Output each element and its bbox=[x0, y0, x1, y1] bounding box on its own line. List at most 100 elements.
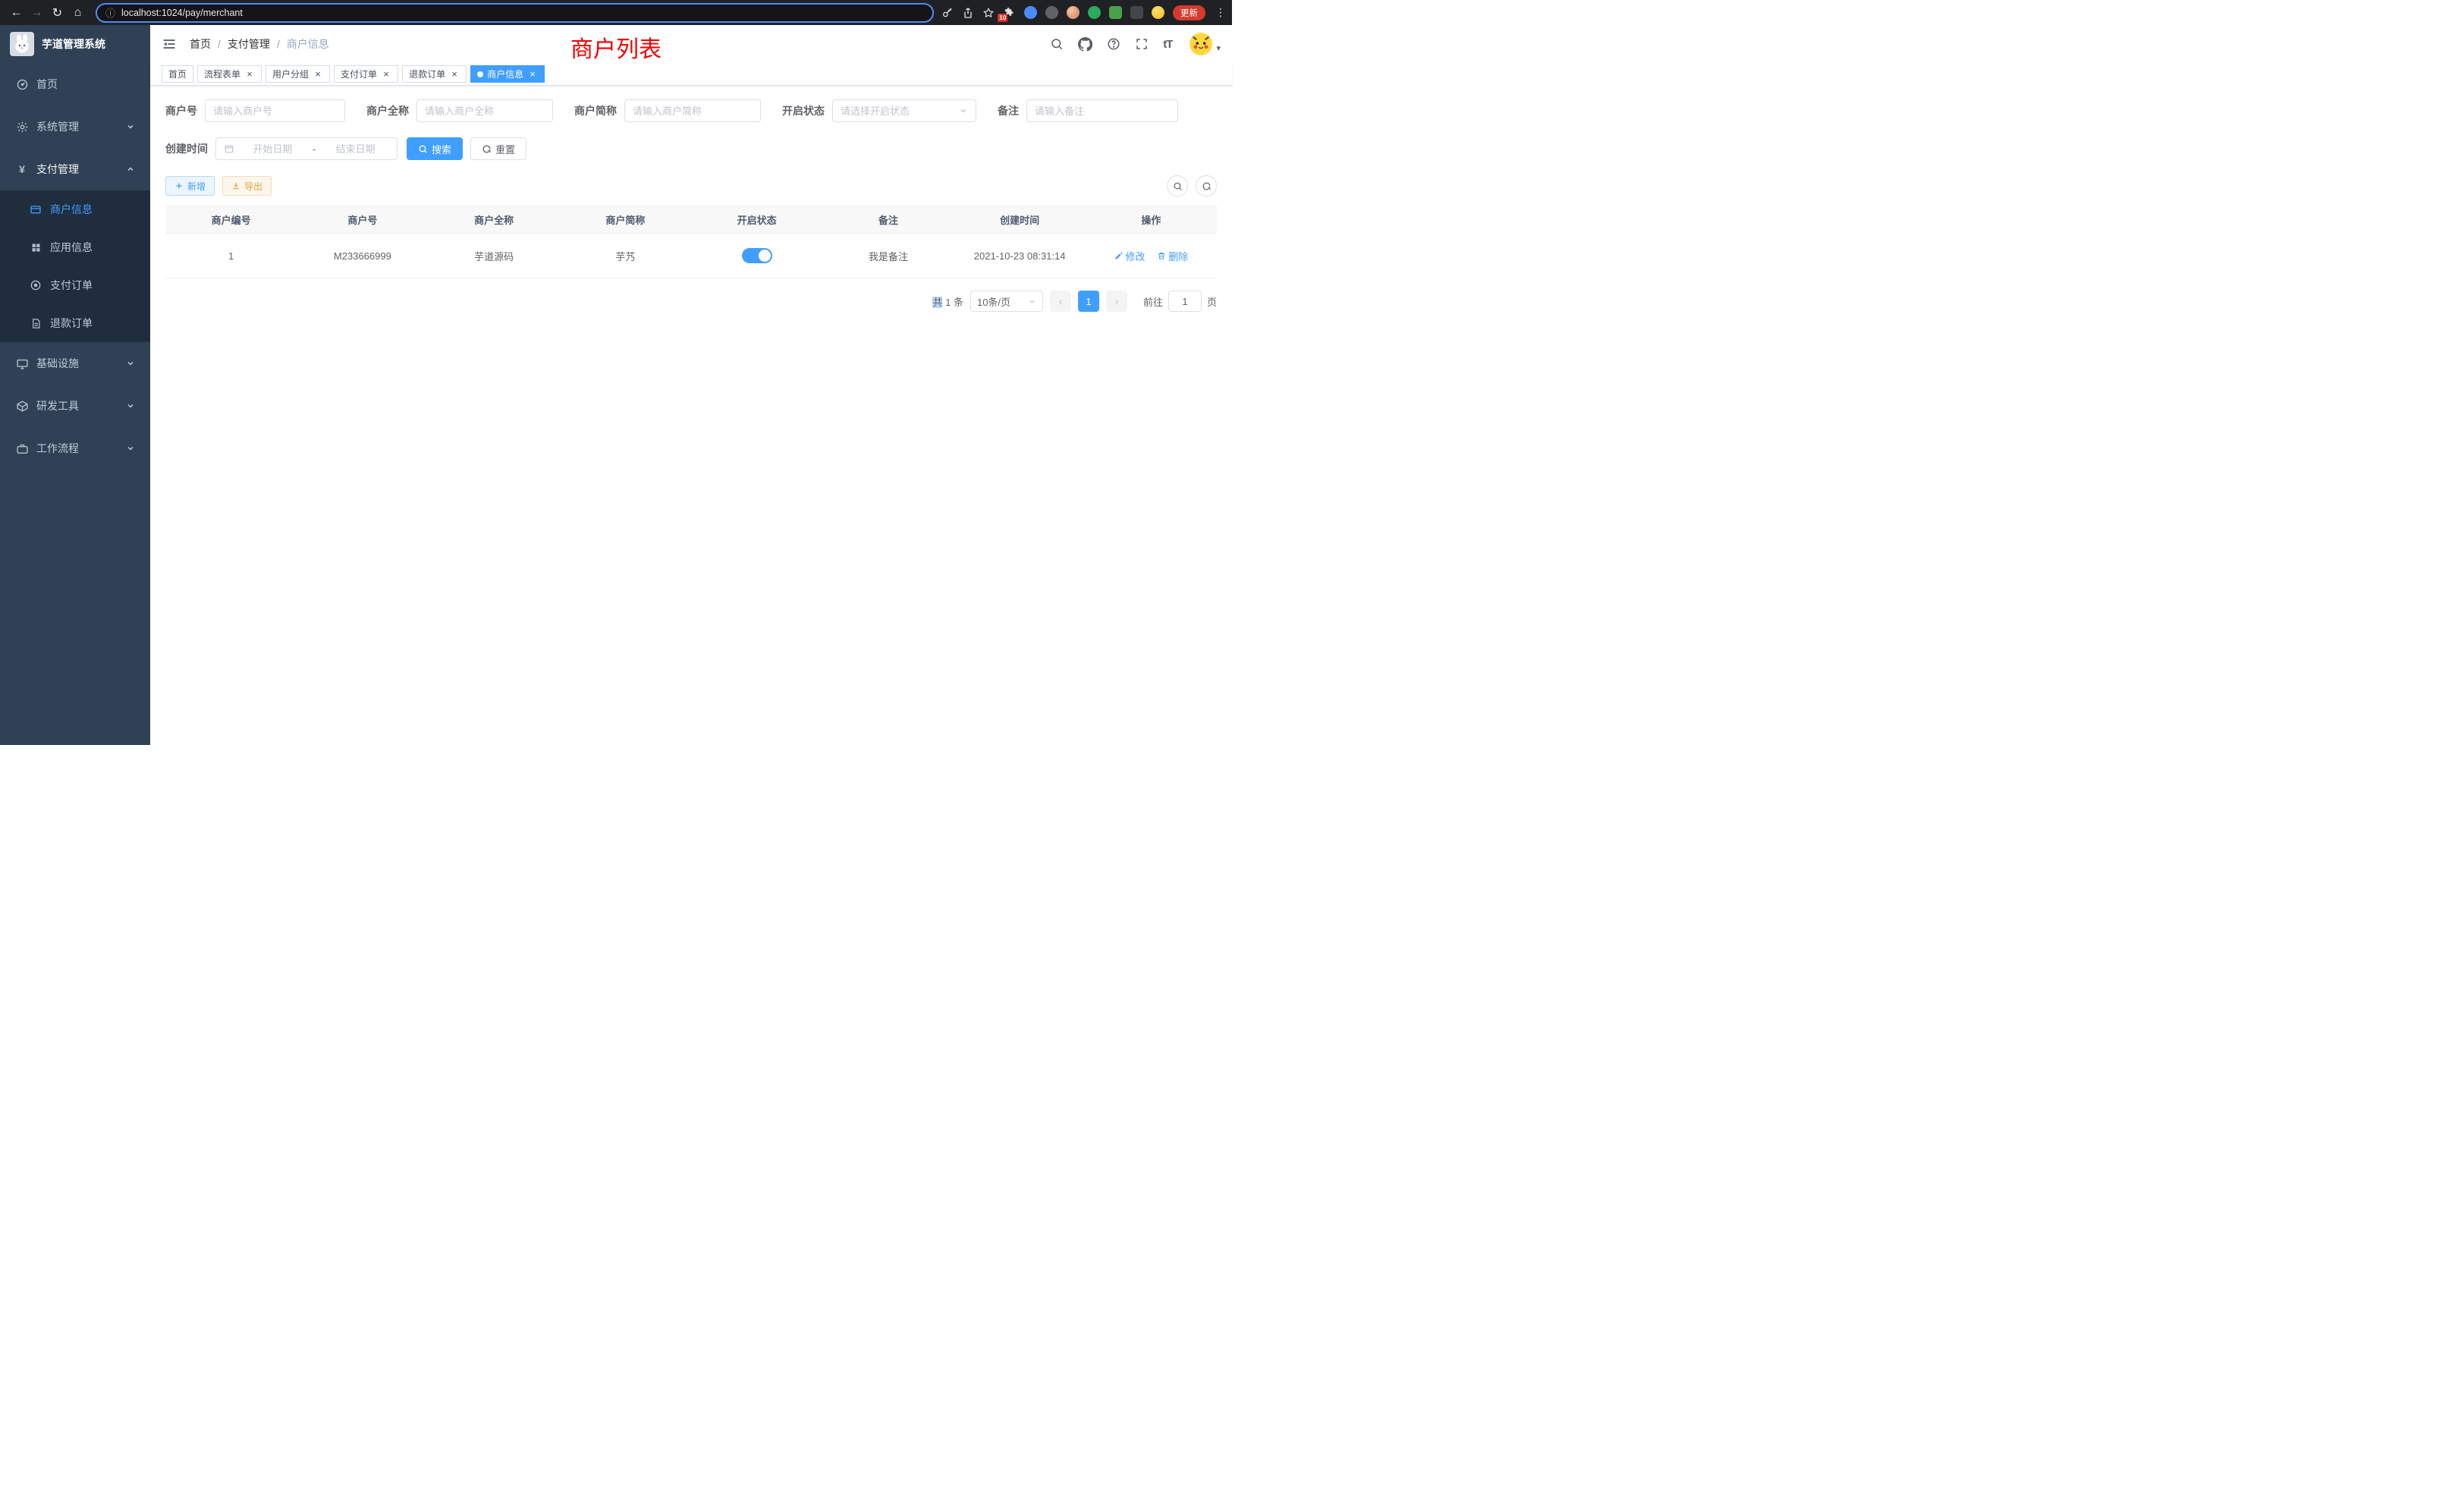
cell-merchant-short-name: 芋艿 bbox=[560, 234, 691, 278]
sidebar-item-workflow[interactable]: 工作流程 bbox=[0, 427, 150, 470]
breadcrumb-item-current: 商户信息 bbox=[287, 36, 329, 52]
extension-icon[interactable] bbox=[1088, 6, 1101, 19]
delete-link-label: 删除 bbox=[1168, 249, 1188, 263]
sidebar-item-home[interactable]: 首页 bbox=[0, 63, 150, 105]
sidebar-item-system[interactable]: 系统管理 bbox=[0, 105, 150, 148]
sidebar-item-infrastructure[interactable]: 基础设施 bbox=[0, 342, 150, 385]
extension-emoji-icon[interactable] bbox=[1152, 6, 1164, 19]
extension-icon[interactable] bbox=[1045, 6, 1058, 19]
merchant-short-name-field: 商户简称 bbox=[574, 99, 761, 122]
sidebar-item-payment-orders[interactable]: 支付订单 bbox=[0, 266, 150, 304]
delete-link[interactable]: 删除 bbox=[1157, 249, 1188, 263]
tab-refund-orders[interactable]: 退款订单 × bbox=[402, 65, 467, 83]
user-avatar[interactable]: ▾ bbox=[1190, 33, 1221, 55]
extension-avatar-icon[interactable] bbox=[1067, 6, 1080, 19]
github-icon[interactable] bbox=[1078, 37, 1092, 52]
close-icon[interactable]: × bbox=[244, 69, 255, 80]
share-icon[interactable] bbox=[962, 7, 974, 19]
edit-link[interactable]: 修改 bbox=[1114, 249, 1146, 263]
site-info-icon[interactable]: ⓘ bbox=[105, 5, 115, 20]
goto-page-input[interactable] bbox=[1168, 291, 1202, 312]
sidebar-toggle-icon[interactable] bbox=[162, 36, 177, 52]
browser-forward-icon[interactable]: → bbox=[27, 2, 47, 23]
search-button-label: 搜索 bbox=[432, 142, 451, 156]
chevron-down-icon bbox=[126, 401, 135, 410]
close-icon[interactable]: × bbox=[381, 69, 391, 80]
tab-payment-orders[interactable]: 支付订单 × bbox=[334, 65, 398, 83]
remark-input-inner[interactable] bbox=[1035, 105, 1170, 117]
date-range-picker[interactable]: - bbox=[215, 137, 398, 160]
navbar-actions: tT ▾ bbox=[1050, 33, 1221, 55]
end-date-input[interactable] bbox=[322, 143, 389, 155]
browser-update-button[interactable]: 更新 bbox=[1173, 5, 1205, 20]
help-icon[interactable] bbox=[1107, 37, 1120, 51]
extensions-puzzle-icon[interactable]: 10 bbox=[1003, 6, 1016, 19]
merchant-no-field: 商户号 bbox=[165, 99, 345, 122]
merchant-short-name-input-inner[interactable] bbox=[633, 105, 753, 117]
app-logo: 芋道管理系统 bbox=[0, 25, 150, 63]
fullscreen-icon[interactable] bbox=[1135, 37, 1149, 51]
start-date-input[interactable] bbox=[239, 143, 306, 155]
browser-reload-icon[interactable]: ↻ bbox=[47, 2, 68, 23]
extension-badge: 10 bbox=[998, 14, 1007, 22]
page-size-select[interactable]: 10条/页 bbox=[970, 291, 1043, 312]
cell-merchant-no: M233666999 bbox=[297, 234, 428, 278]
close-icon[interactable]: × bbox=[449, 69, 460, 80]
refresh-button[interactable] bbox=[1196, 175, 1217, 196]
merchant-no-input[interactable] bbox=[205, 99, 345, 122]
column-header: 开启状态 bbox=[691, 206, 822, 234]
column-header: 商户简称 bbox=[560, 206, 691, 234]
grid-icon bbox=[29, 240, 42, 254]
extension-icon[interactable] bbox=[1024, 6, 1037, 19]
create-time-field: 创建时间 - bbox=[165, 137, 398, 160]
browser-home-icon[interactable]: ⌂ bbox=[68, 2, 88, 23]
pagination-total-prefix: 共 bbox=[932, 297, 942, 308]
search-button[interactable]: 搜索 bbox=[407, 137, 463, 160]
breadcrumb-separator: / bbox=[218, 38, 221, 50]
search-icon[interactable] bbox=[1050, 37, 1064, 51]
remark-input[interactable] bbox=[1026, 99, 1178, 122]
active-dot bbox=[477, 71, 483, 77]
page-number-button[interactable]: 1 bbox=[1078, 291, 1099, 312]
close-icon[interactable]: × bbox=[313, 69, 323, 80]
close-icon[interactable]: × bbox=[527, 69, 538, 80]
prev-page-button[interactable]: ‹ bbox=[1050, 291, 1071, 312]
add-button[interactable]: 新增 bbox=[165, 176, 215, 196]
extension-icon[interactable] bbox=[1130, 6, 1143, 19]
toggle-search-button[interactable] bbox=[1167, 175, 1188, 196]
pagination-total: 共 1 条 bbox=[932, 294, 963, 309]
merchant-short-name-input[interactable] bbox=[624, 99, 761, 122]
sidebar-item-refund-orders[interactable]: 退款订单 bbox=[0, 304, 150, 342]
status-toggle[interactable] bbox=[742, 248, 772, 263]
address-bar[interactable]: ⓘ localhost:1024/pay/merchant bbox=[96, 3, 934, 23]
export-button[interactable]: 导出 bbox=[222, 176, 272, 196]
password-key-icon[interactable] bbox=[941, 7, 954, 19]
bookmark-star-icon[interactable] bbox=[982, 7, 995, 19]
sidebar-item-merchant-info[interactable]: 商户信息 bbox=[0, 190, 150, 228]
merchant-full-name-input-inner[interactable] bbox=[425, 105, 545, 117]
font-size-icon[interactable]: tT bbox=[1163, 38, 1172, 51]
tab-user-group[interactable]: 用户分组 × bbox=[266, 65, 330, 83]
tab-merchant-info[interactable]: 商户信息 × bbox=[470, 65, 545, 83]
record-circle-icon bbox=[29, 278, 42, 292]
status-select[interactable] bbox=[832, 99, 976, 122]
extension-icon[interactable] bbox=[1109, 6, 1122, 19]
tab-home[interactable]: 首页 bbox=[162, 65, 193, 83]
sidebar-item-dev-tools[interactable]: 研发工具 bbox=[0, 385, 150, 427]
tab-process-form[interactable]: 流程表单 × bbox=[197, 65, 262, 83]
column-header: 创建时间 bbox=[954, 206, 1086, 234]
merchant-full-name-input[interactable] bbox=[416, 99, 553, 122]
sidebar-item-payment[interactable]: ¥ 支付管理 bbox=[0, 148, 150, 190]
merchant-no-input-inner[interactable] bbox=[213, 105, 337, 117]
reset-button[interactable]: 重置 bbox=[470, 137, 526, 160]
chevron-down-icon bbox=[126, 359, 135, 368]
status-select-inner[interactable] bbox=[841, 105, 954, 117]
breadcrumb-item[interactable]: 支付管理 bbox=[228, 36, 270, 52]
next-page-button[interactable]: › bbox=[1106, 291, 1127, 312]
search-form-row-2: 创建时间 - 搜索 重置 bbox=[165, 137, 1217, 160]
cell-merchant-full-name: 芋道源码 bbox=[429, 234, 560, 278]
breadcrumb-item[interactable]: 首页 bbox=[190, 36, 211, 52]
sidebar-item-app-info[interactable]: 应用信息 bbox=[0, 228, 150, 266]
browser-menu-icon[interactable]: ⋮ bbox=[1215, 6, 1226, 19]
browser-back-icon[interactable]: ← bbox=[6, 2, 27, 23]
